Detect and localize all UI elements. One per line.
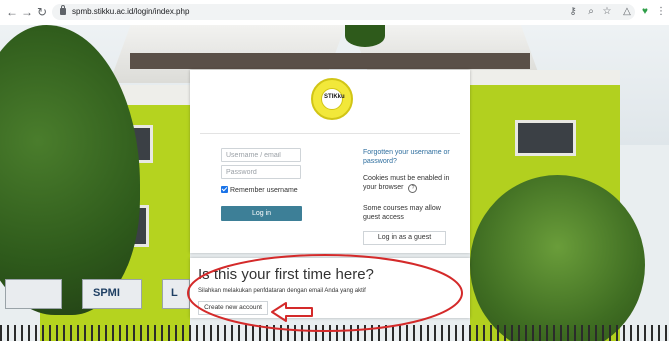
- shield-extension-icon[interactable]: ♥: [638, 4, 652, 20]
- forgot-link-text[interactable]: Forgotten your username or password?: [363, 149, 450, 165]
- partial-sign: L: [162, 279, 190, 309]
- forgot-password-link[interactable]: Forgotten your username or password?: [363, 148, 458, 166]
- help-icon[interactable]: ?: [408, 184, 418, 193]
- partial-sign-text: L: [171, 287, 178, 299]
- stikku-logo: STIKku: [311, 78, 353, 120]
- building-window: [515, 120, 576, 156]
- cookies-notice: Cookies must be enabled in your browser?: [363, 174, 458, 193]
- tree-right: [470, 175, 645, 341]
- reload-icon[interactable]: ↻: [35, 5, 49, 19]
- username-input[interactable]: [221, 148, 301, 162]
- star-icon[interactable]: ☆: [600, 4, 614, 20]
- address-bar[interactable]: spmb.stikku.ac.id/login/index.php: [52, 4, 635, 20]
- key-icon[interactable]: ⚷: [566, 4, 580, 20]
- password-input[interactable]: [221, 165, 301, 179]
- login-card: STIKku Remember username Log in Forgotte…: [190, 70, 470, 253]
- remember-checkbox[interactable]: [221, 186, 228, 193]
- guest-login-button[interactable]: Log in as a guest: [363, 231, 446, 245]
- signup-heading: Is this your first time here?: [198, 266, 374, 283]
- tree-top: [345, 25, 385, 47]
- back-arrow-icon[interactable]: ←: [5, 5, 19, 19]
- browser-toolbar: ← → ↻ spmb.stikku.ac.id/login/index.php …: [0, 0, 669, 26]
- forward-arrow-icon[interactable]: →: [20, 5, 34, 19]
- lock-icon: [60, 5, 66, 15]
- campus-sign: [5, 279, 62, 309]
- url-text: spmb.stikku.ac.id/login/index.php: [72, 7, 190, 16]
- roof-eave: [130, 53, 530, 69]
- logo-mark-text: STIKku: [324, 94, 345, 100]
- logo-emblem: STIKku: [321, 88, 345, 110]
- menu-icon[interactable]: ⋮: [654, 4, 668, 20]
- spmi-sign: SPMI: [82, 279, 142, 309]
- alert-icon[interactable]: △: [620, 4, 634, 20]
- create-account-button[interactable]: Create new account: [198, 301, 268, 315]
- spmi-sign-text: SPMI: [93, 287, 120, 299]
- fence: [0, 325, 669, 341]
- guest-access-notice: Some courses may allow guest access: [363, 204, 458, 222]
- divider: [200, 133, 460, 134]
- cookies-text: Cookies must be enabled in your browser: [363, 175, 450, 191]
- signup-card: Is this your first time here? Silahkan m…: [190, 258, 470, 318]
- signup-info: Silahkan melakukan penfdataran dengan em…: [198, 288, 366, 294]
- guest-text: Some courses may allow guest access: [363, 205, 441, 221]
- zoom-icon[interactable]: ⌕: [584, 4, 598, 20]
- remember-username[interactable]: Remember username: [221, 186, 298, 196]
- remember-label: Remember username: [230, 187, 298, 194]
- login-button[interactable]: Log in: [221, 206, 302, 221]
